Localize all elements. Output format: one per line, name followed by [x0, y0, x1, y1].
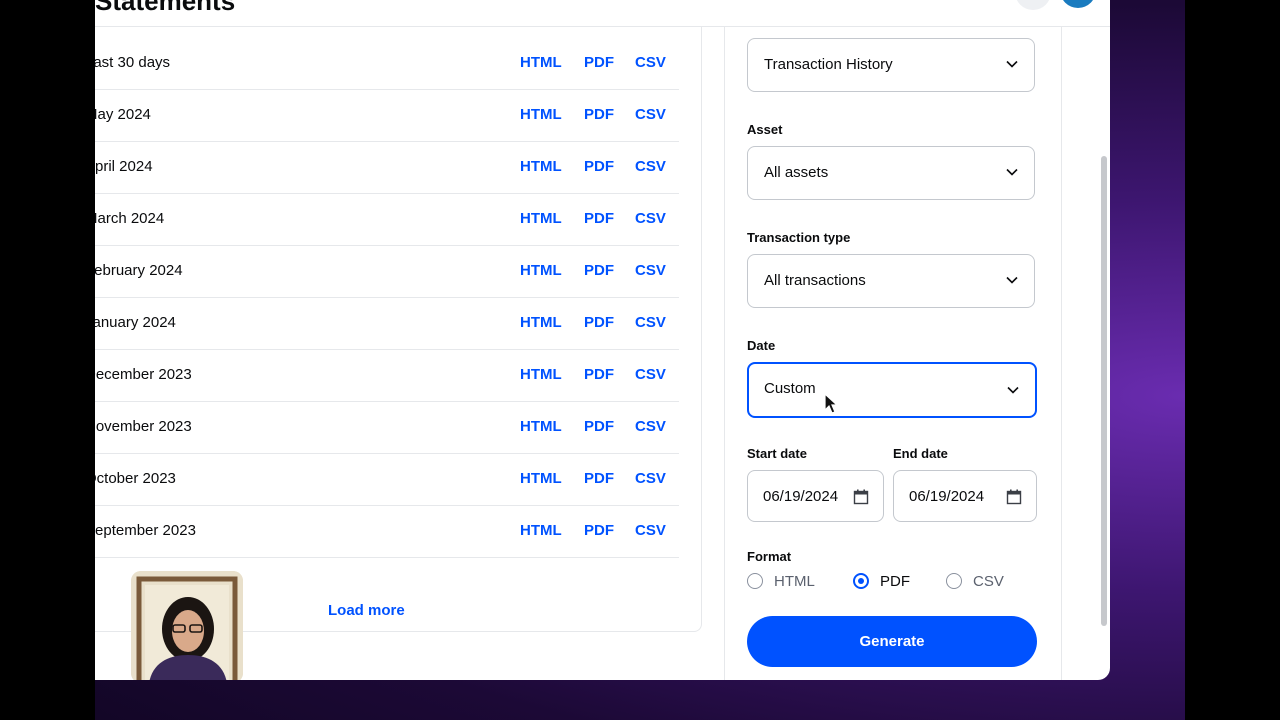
download-pdf-link[interactable]: PDF	[584, 401, 614, 453]
calendar-icon[interactable]	[853, 489, 869, 505]
download-csv-link[interactable]: CSV	[635, 401, 666, 453]
download-html-link[interactable]: HTML	[520, 141, 562, 193]
page-title: Statements	[95, 0, 236, 16]
report-panel: Transaction History Asset All assets Tra…	[724, 26, 1062, 680]
page-header: Statements	[95, 0, 1110, 27]
download-html-link[interactable]: HTML	[520, 349, 562, 401]
transaction-type-select[interactable]: All transactions	[747, 254, 1035, 308]
download-pdf-link[interactable]: PDF	[584, 505, 614, 557]
download-pdf-link[interactable]: PDF	[584, 37, 614, 89]
transaction-type-label: Transaction type	[747, 230, 851, 245]
generate-button[interactable]: Generate	[747, 616, 1037, 667]
statement-row: December 2023 HTML PDF CSV	[95, 349, 679, 402]
format-option-label: CSV	[973, 573, 1004, 590]
scrollbar[interactable]	[1100, 26, 1108, 680]
chevron-down-icon	[1006, 276, 1018, 284]
webcam-overlay	[131, 571, 243, 680]
download-html-link[interactable]: HTML	[520, 245, 562, 297]
statement-row: January 2024 HTML PDF CSV	[95, 297, 679, 350]
download-csv-link[interactable]: CSV	[635, 141, 666, 193]
download-html-link[interactable]: HTML	[520, 453, 562, 505]
chevron-down-icon	[1007, 386, 1019, 394]
download-csv-link[interactable]: CSV	[635, 505, 666, 557]
download-pdf-link[interactable]: PDF	[584, 349, 614, 401]
download-csv-link[interactable]: CSV	[635, 37, 666, 89]
start-date-label: Start date	[747, 446, 807, 461]
statement-period: April 2024	[95, 158, 153, 175]
format-option-label: PDF	[880, 573, 910, 590]
chevron-down-icon	[1006, 168, 1018, 176]
browser-window: Statements Last 30 daysHTMLPDFCSVMay 202…	[95, 0, 1110, 680]
statement-period: September 2023	[95, 522, 196, 539]
format-label: Format	[747, 549, 792, 564]
download-pdf-link[interactable]: PDF	[584, 193, 614, 245]
statement-row: September 2023 HTML PDF CSV	[95, 505, 679, 558]
statement-row: February 2024 HTML PDF CSV	[95, 245, 679, 298]
avatar[interactable]	[1060, 0, 1096, 8]
date-select[interactable]: Custom	[747, 362, 1037, 418]
end-date-label: End date	[893, 446, 948, 461]
statements-list: Last 30 days HTML PDF CSV May 2024 HTML PDF CSV…	[95, 26, 702, 632]
download-csv-link[interactable]: CSV	[635, 453, 666, 505]
statement-row: March 2024 HTML PDF CSV	[95, 193, 679, 246]
asset-select[interactable]: All assets	[747, 146, 1035, 200]
download-html-link[interactable]: HTML	[520, 297, 562, 349]
download-csv-link[interactable]: CSV	[635, 193, 666, 245]
download-html-link[interactable]: HTML	[520, 401, 562, 453]
radio-circle[interactable]	[747, 573, 763, 589]
presenter-image	[131, 571, 243, 680]
help-button[interactable]	[1015, 0, 1051, 10]
mouse-cursor-icon	[824, 393, 838, 414]
statement-row: Last 30 days HTML PDF CSV	[95, 37, 679, 90]
scrollbar-thumb[interactable]	[1101, 156, 1107, 626]
statement-period: March 2024	[95, 210, 165, 227]
statement-period: Last 30 days	[95, 54, 171, 71]
statement-period: May 2024	[95, 106, 151, 123]
end-date-input[interactable]: 06/19/2024	[893, 470, 1037, 522]
download-html-link[interactable]: HTML	[520, 505, 562, 557]
download-csv-link[interactable]: CSV	[635, 89, 666, 141]
statement-row: May 2024 HTML PDF CSV	[95, 89, 679, 142]
statement-row: April 2024 HTML PDF CSV	[95, 141, 679, 194]
download-csv-link[interactable]: CSV	[635, 245, 666, 297]
download-csv-link[interactable]: CSV	[635, 349, 666, 401]
asset-label: Asset	[747, 122, 783, 137]
download-html-link[interactable]: HTML	[520, 89, 562, 141]
start-date-input[interactable]: 06/19/2024	[747, 470, 884, 522]
download-pdf-link[interactable]: PDF	[584, 453, 614, 505]
statement-period: February 2024	[95, 262, 183, 279]
asset-value: All assets	[764, 164, 829, 181]
download-csv-link[interactable]: CSV	[635, 297, 666, 349]
radio-circle-checked[interactable]	[853, 573, 869, 589]
statement-period: January 2024	[95, 314, 176, 331]
statement-row: October 2023 HTML PDF CSV	[95, 453, 679, 506]
download-pdf-link[interactable]: PDF	[584, 141, 614, 193]
transaction-type-value: All transactions	[764, 272, 866, 289]
download-html-link[interactable]: HTML	[520, 37, 562, 89]
statement-period: November 2023	[95, 418, 192, 435]
statement-row: November 2023 HTML PDF CSV	[95, 401, 679, 454]
chevron-down-icon	[1006, 60, 1018, 68]
download-pdf-link[interactable]: PDF	[584, 89, 614, 141]
format-option-label: HTML	[774, 573, 815, 590]
date-value: Custom	[764, 380, 816, 397]
radio-circle[interactable]	[946, 573, 962, 589]
report-type-select[interactable]: Transaction History	[747, 38, 1035, 92]
load-more-button[interactable]: Load more	[328, 602, 405, 619]
calendar-icon[interactable]	[1006, 489, 1022, 505]
download-pdf-link[interactable]: PDF	[584, 245, 614, 297]
date-label: Date	[747, 338, 776, 353]
end-date-value: 06/19/2024	[909, 488, 985, 505]
download-pdf-link[interactable]: PDF	[584, 297, 614, 349]
download-html-link[interactable]: HTML	[520, 193, 562, 245]
report-type-value: Transaction History	[764, 56, 893, 73]
statement-period: October 2023	[95, 470, 176, 487]
start-date-value: 06/19/2024	[763, 488, 839, 505]
statement-period: December 2023	[95, 366, 192, 383]
